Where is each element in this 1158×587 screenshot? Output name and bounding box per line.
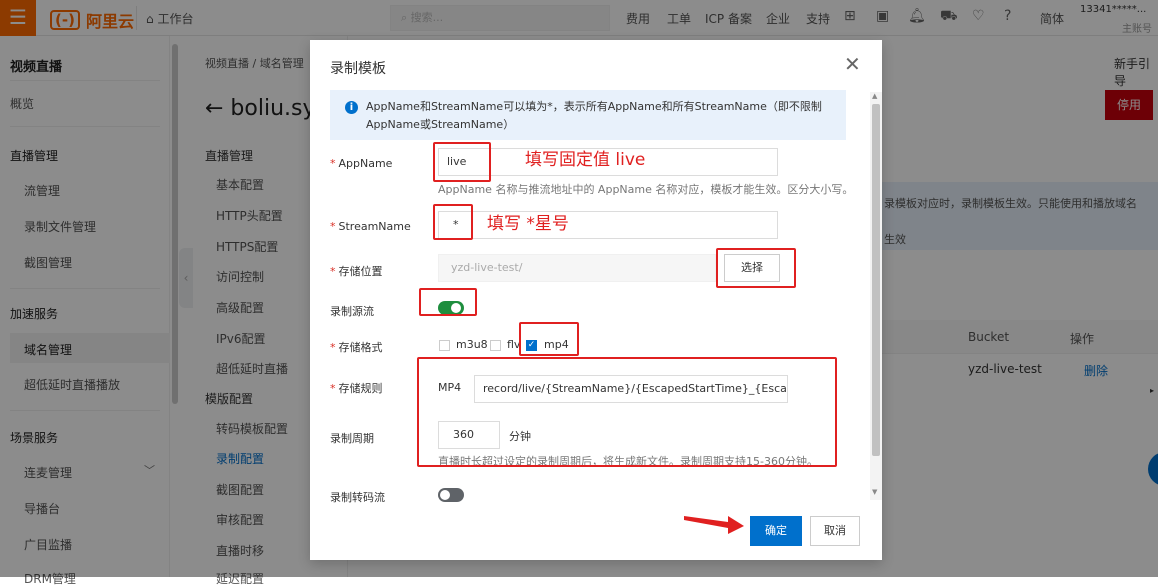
annotation-box-appname: [433, 142, 491, 182]
required-mark: *: [330, 265, 336, 278]
annotation-box-record-source: [419, 288, 477, 316]
checkbox-flv[interactable]: [490, 340, 501, 351]
rule-label: * 存储规则: [330, 380, 383, 396]
record-source-label: 录制源流: [330, 305, 374, 318]
transcode-label: 录制转码流: [330, 491, 385, 504]
annotation-box-streamname: [433, 204, 473, 240]
scroll-up-icon[interactable]: ▲: [872, 92, 877, 100]
dialog-title: 录制模板: [330, 61, 386, 77]
appname-label: * AppName: [330, 157, 392, 170]
close-icon[interactable]: ✕: [844, 52, 861, 76]
annotation-appname: 填写固定值 live: [525, 150, 646, 170]
toggle-knob: [440, 490, 450, 500]
info-icon: i: [345, 101, 358, 114]
annotation-box-mp4: [519, 322, 579, 356]
streamname-label: * StreamName: [330, 220, 411, 233]
required-mark: *: [330, 382, 336, 395]
annotation-box-select: [716, 248, 796, 288]
streamname-label-text: StreamName: [338, 220, 411, 233]
required-mark: *: [330, 157, 336, 170]
appname-label-text: AppName: [338, 157, 393, 170]
location-label-text: 存储位置: [338, 265, 383, 278]
annotation-box-rule-period: [417, 357, 837, 467]
format-label: * 存储格式: [330, 339, 383, 355]
checkbox-label-m3u8: m3u8: [456, 338, 488, 351]
required-mark: *: [330, 341, 336, 354]
format-label-text: 存储格式: [338, 341, 383, 354]
period-label: 录制周期: [330, 432, 374, 445]
location-label: * 存储位置: [330, 263, 383, 279]
arrow-icon: [684, 516, 744, 534]
dialog-scroll-thumb[interactable]: [872, 104, 880, 456]
confirm-button[interactable]: 确定: [750, 516, 802, 546]
scroll-down-icon[interactable]: ▼: [872, 488, 877, 496]
annotation-streamname: 填写 *星号: [487, 214, 569, 234]
info-text: AppName和StreamName可以填为*，表示所有AppName和所有St…: [366, 100, 822, 131]
checkbox-m3u8[interactable]: [439, 340, 450, 351]
rule-label-text: 存储规则: [338, 382, 383, 395]
location-input[interactable]: yzd-live-test/: [438, 254, 716, 282]
cancel-button[interactable]: 取消: [810, 516, 860, 546]
required-mark: *: [330, 220, 336, 233]
appname-help: AppName 名称与推流地址中的 AppName 名称对应，模板才能生效。区分…: [438, 183, 854, 196]
